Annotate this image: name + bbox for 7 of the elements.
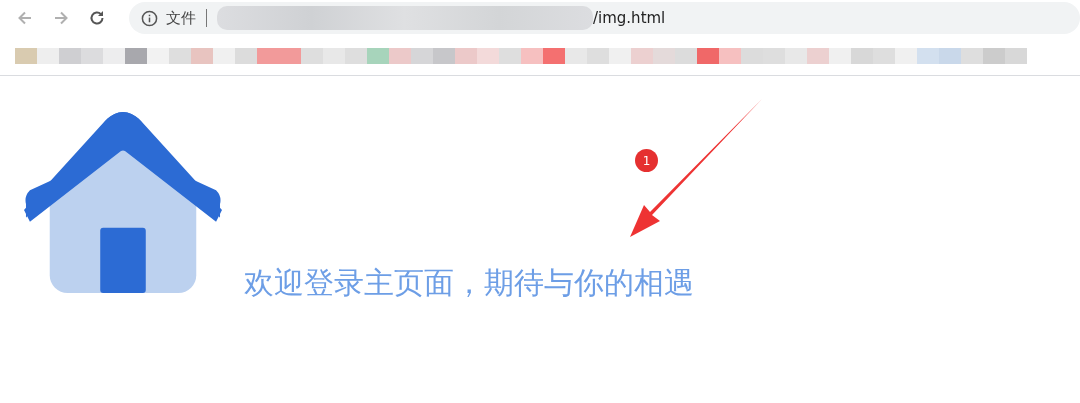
info-icon[interactable] [141,9,158,27]
security-label: 文件 [166,8,196,28]
house-icon [24,110,222,296]
address-bar[interactable]: 文件 /img.html [129,2,1080,34]
annotation-badge: 1 [635,149,658,172]
url-text: /img.html [593,9,666,27]
welcome-text: 欢迎登录主页面，期待与你的相遇 [244,264,694,302]
